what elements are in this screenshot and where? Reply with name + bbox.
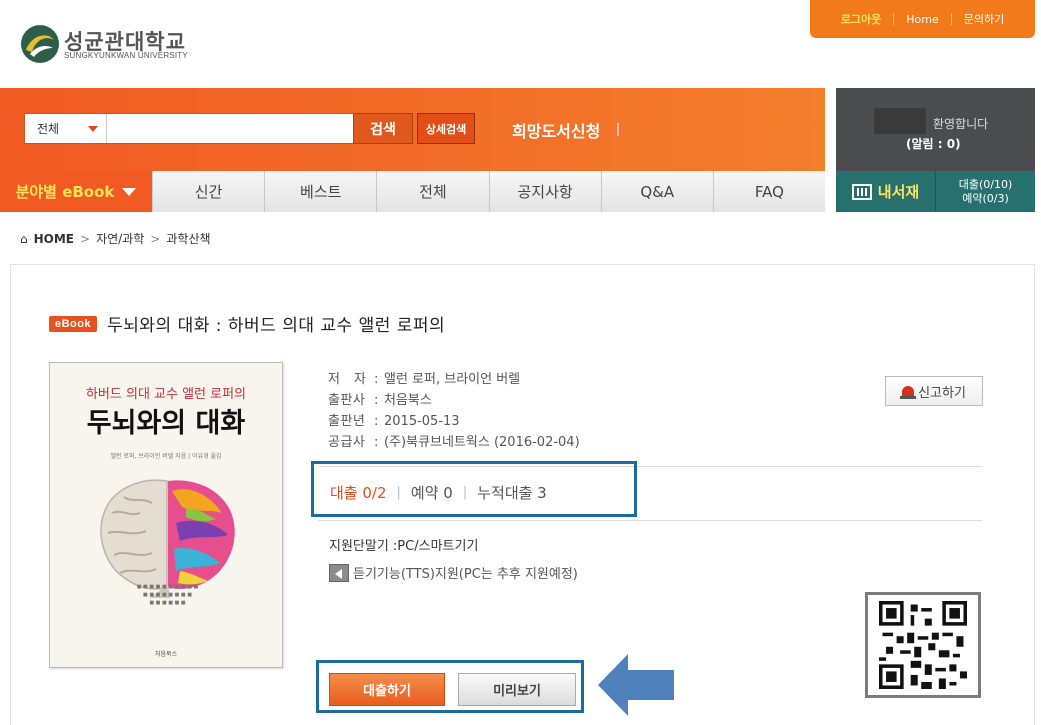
tts-support-text: 듣기기능(TTS)지원(PC는 추후 지원예정) — [353, 567, 578, 582]
my-shelf-panel: 내서재 대출(0/10) 예약(0/3) — [836, 171, 1035, 212]
meta-row-year: 출판년:2015-05-13 — [328, 411, 580, 432]
alarm-count[interactable]: (알림 : 0) — [906, 135, 961, 152]
my-shelf-label: 내서재 — [877, 183, 920, 201]
user-name-redacted — [874, 108, 926, 134]
search-band: 전체 검색 상세검색 희망도서신청 — [0, 88, 825, 171]
tts-support: 듣기기능(TTS)지원(PC는 추후 지원예정) — [329, 563, 578, 582]
cover-title-part1: 두뇌와의 — [86, 408, 187, 439]
report-button[interactable]: 신고하기 — [885, 376, 983, 406]
divider — [617, 123, 619, 136]
breadcrumb: ⌂ HOME > 자연/과학 > 과학산책 — [20, 230, 211, 247]
search-category-select[interactable]: 전체 — [25, 114, 107, 143]
breadcrumb-level-2[interactable]: 과학산책 — [166, 230, 210, 247]
meta-value: 2015-05-13 — [384, 414, 460, 429]
reservation-count[interactable]: 예약(0/3) — [962, 192, 1009, 206]
search-button[interactable]: 검색 — [353, 113, 413, 144]
meta-label: 출판년 — [328, 414, 366, 429]
category-menu-button[interactable]: 분야별 eBook — [0, 171, 153, 212]
cover-author-line: 앨런 로퍼, 브라이언 버렐 지음 | 이유경 옮김 — [110, 453, 222, 460]
nav-all[interactable]: 전체 — [377, 171, 490, 212]
utility-links: 로그아웃 Home 문의하기 — [810, 0, 1035, 38]
wish-book-link[interactable]: 희망도서신청 — [512, 118, 600, 142]
search-category-value: 전체 — [37, 122, 60, 136]
meta-label: 출판사 — [328, 393, 366, 408]
meta-row-supplier: 공급사: (주)북큐브네트웍스 (2016-02-04) — [328, 432, 580, 453]
user-panel: 환영합니다 (알림 : 0) — [836, 88, 1035, 171]
cover-title-part2: 대화 — [195, 408, 246, 439]
nav-best[interactable]: 베스트 — [265, 171, 378, 212]
loan-count[interactable]: 대출(0/10) — [959, 178, 1013, 192]
cover-subtitle: 하버드 의대 교수 앨런 로퍼의 — [85, 387, 247, 402]
logout-link[interactable]: 로그아웃 — [829, 11, 893, 27]
ebook-badge: eBook — [49, 315, 98, 332]
main-nav: 분야별 eBook 신간 베스트 전체 공지사항 Q&A FAQ — [0, 171, 826, 212]
divider — [318, 520, 982, 521]
university-logo[interactable]: 성균관대학교 SUNGKYUNKWAN UNIVERSITY — [20, 24, 210, 64]
breadcrumb-home[interactable]: HOME — [34, 232, 74, 246]
loan-status: 대출 0/2 | 예약 0 | 누적대출 3 — [330, 482, 547, 503]
meta-colon: : — [374, 435, 379, 450]
nav-notice[interactable]: 공지사항 — [489, 171, 602, 212]
brain-illustration — [100, 479, 235, 598]
cover-title: 두뇌와의 대화 — [50, 401, 282, 440]
meta-value: (주)북큐브네트웍스 (2016-02-04) — [384, 435, 580, 450]
device-support: 지원단말기 :PC/스마트기기 — [329, 539, 479, 554]
nav-qna[interactable]: Q&A — [601, 171, 714, 212]
caret-down-icon — [122, 187, 137, 196]
bookshelf-icon — [851, 183, 872, 200]
total-loans-count: 누적대출 3 — [477, 484, 547, 502]
meta-value: 처음북스 — [384, 393, 432, 408]
arrow-left-icon — [598, 654, 674, 716]
meta-colon: : — [374, 372, 379, 387]
book-title: 두뇌와의 대화 : 하버드 의대 교수 앨런 로퍼의 — [107, 316, 446, 336]
qr-code-icon — [865, 592, 981, 698]
logo-emblem-icon — [21, 25, 59, 63]
advanced-search-button[interactable]: 상세검색 — [417, 113, 475, 144]
search-box: 전체 — [24, 113, 354, 144]
book-metadata: 저 자: 앨런 로퍼, 브라이언 버렐 출판사: 처음북스 출판년:2015-05-… — [328, 369, 580, 453]
category-menu-label: 분야별 eBook — [15, 183, 115, 201]
meta-label: 공급사 — [328, 435, 366, 450]
cover-publisher: 처음북스 — [154, 651, 178, 658]
reserve-status-count: 예약 0 — [410, 484, 453, 502]
siren-icon — [900, 386, 917, 399]
breadcrumb-level-1[interactable]: 자연/과학 — [96, 230, 144, 247]
divider: | — [462, 485, 468, 500]
nav-new[interactable]: 신간 — [153, 171, 266, 212]
meta-colon: : — [374, 414, 379, 429]
loan-status-count: 대출 0/2 — [330, 484, 387, 502]
search-input[interactable] — [109, 116, 349, 141]
speaker-icon — [329, 563, 349, 582]
my-shelf-button[interactable]: 내서재 — [836, 171, 936, 212]
shelf-stats: 대출(0/10) 예약(0/3) — [936, 171, 1035, 212]
meta-row-publisher: 출판사: 처음북스 — [328, 390, 580, 411]
borrow-button[interactable]: 대출하기 — [329, 673, 445, 706]
chevron-right-icon: > — [80, 231, 91, 246]
meta-colon: : — [374, 393, 379, 408]
book-title-row: eBook 두뇌와의 대화 : 하버드 의대 교수 앨런 로퍼의 — [49, 311, 445, 336]
chevron-right-icon: > — [150, 231, 161, 246]
home-icon: ⌂ — [20, 231, 28, 246]
meta-value: 앨런 로퍼, 브라이언 버렐 — [384, 372, 521, 387]
meta-row-author: 저 자: 앨런 로퍼, 브라이언 버렐 — [328, 369, 580, 390]
chevron-down-icon — [88, 126, 98, 132]
nav-faq[interactable]: FAQ — [713, 171, 826, 212]
meta-label: 저 자 — [328, 372, 367, 387]
cover-blurb: ■ ■ ■ ■ ■ ■ ■ ■ ■ ■ ■ ■ ■ ■ ■ ■ ■ ■ ■ ■ ■ … — [136, 584, 199, 606]
divider: | — [396, 485, 401, 500]
contact-link[interactable]: 문의하기 — [952, 11, 1016, 27]
welcome-text: 환영합니다 — [933, 117, 989, 131]
home-link[interactable]: Home — [894, 13, 950, 26]
logo-english-text: SUNGKYUNKWAN UNIVERSITY — [64, 51, 188, 60]
preview-button[interactable]: 미리보기 — [458, 673, 576, 706]
report-button-label: 신고하기 — [918, 385, 966, 401]
book-cover[interactable]: 하버드 의대 교수 앨런 로퍼의 두뇌와의 대화 앨런 로퍼, 브라이언 버렐 … — [49, 362, 283, 668]
